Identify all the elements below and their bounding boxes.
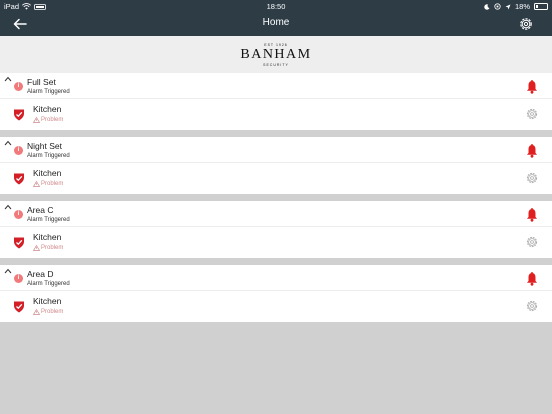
- area-header[interactable]: i Area C Alarm Triggered: [0, 201, 552, 227]
- warning-icon: [33, 181, 40, 187]
- battery-icon: [534, 3, 548, 10]
- status-right: 18%: [484, 2, 548, 11]
- gear-icon[interactable]: [526, 108, 538, 120]
- warning-icon: [33, 117, 40, 123]
- device-status: Problem: [33, 181, 63, 187]
- status-bar: iPad 18:50 18%: [0, 0, 552, 12]
- device-status: Problem: [33, 117, 63, 123]
- warning-icon: [33, 245, 40, 251]
- area-name: Area C: [27, 205, 54, 215]
- device-row[interactable]: Kitchen Problem: [0, 99, 552, 130]
- device-row[interactable]: Kitchen Problem: [0, 163, 552, 194]
- battery-percent: 18%: [514, 2, 530, 11]
- bell-icon[interactable]: [526, 272, 538, 286]
- bell-icon[interactable]: [526, 208, 538, 222]
- area-name: Area D: [27, 269, 54, 279]
- bell-icon[interactable]: [526, 80, 538, 94]
- device-name: Kitchen: [33, 104, 62, 114]
- alert-info-icon: i: [14, 274, 23, 283]
- logo-name: BANHAM: [240, 47, 312, 62]
- area-name: Full Set: [27, 77, 56, 87]
- brand-logo: EST 1926 BANHAM SECURITY: [0, 36, 552, 73]
- chevron-up-icon[interactable]: [4, 140, 12, 146]
- device-status: Problem: [33, 309, 63, 315]
- orientation-lock-icon: [494, 3, 501, 10]
- chevron-up-icon[interactable]: [4, 204, 12, 210]
- chevron-up-icon[interactable]: [4, 268, 12, 274]
- shield-check-icon: [14, 237, 24, 249]
- area-list: i Full Set Alarm Triggered Kitchen Probl…: [0, 73, 552, 329]
- area-status: Alarm Triggered: [27, 217, 70, 223]
- area-header[interactable]: i Area D Alarm Triggered: [0, 265, 552, 291]
- device-status-text: Problem: [41, 309, 64, 315]
- device-row[interactable]: Kitchen Problem: [0, 291, 552, 322]
- device-status: Problem: [33, 245, 63, 251]
- device-status-text: Problem: [41, 181, 64, 187]
- nav-bar: Home: [0, 12, 552, 36]
- area-card: i Full Set Alarm Triggered Kitchen Probl…: [0, 73, 552, 130]
- location-icon: [505, 4, 511, 9]
- shield-check-icon: [14, 109, 24, 121]
- device-name: Kitchen: [33, 168, 62, 178]
- bell-icon[interactable]: [526, 144, 538, 158]
- device-row[interactable]: Kitchen Problem: [0, 227, 552, 258]
- warning-icon: [33, 309, 40, 315]
- gear-icon[interactable]: [518, 16, 534, 32]
- shield-check-icon: [14, 301, 24, 313]
- gear-icon[interactable]: [526, 300, 538, 312]
- gear-icon[interactable]: [526, 172, 538, 184]
- alert-info-icon: i: [14, 82, 23, 91]
- status-time: 18:50: [266, 2, 286, 11]
- alert-info-icon: i: [14, 146, 23, 155]
- chevron-up-icon[interactable]: [4, 76, 12, 82]
- area-status: Alarm Triggered: [27, 153, 70, 159]
- logo-sub: SECURITY: [263, 63, 289, 67]
- page-title: Home: [262, 17, 290, 28]
- device-name: Kitchen: [33, 296, 62, 306]
- area-name: Night Set: [27, 141, 62, 151]
- moon-icon: [484, 3, 490, 10]
- area-status: Alarm Triggered: [27, 281, 70, 287]
- device-status-text: Problem: [41, 117, 64, 123]
- gear-icon[interactable]: [526, 236, 538, 248]
- shield-check-icon: [14, 173, 24, 185]
- area-status: Alarm Triggered: [27, 89, 70, 95]
- area-header[interactable]: i Night Set Alarm Triggered: [0, 137, 552, 163]
- area-card: i Area C Alarm Triggered Kitchen Problem: [0, 201, 552, 258]
- area-card: i Area D Alarm Triggered Kitchen Problem: [0, 265, 552, 322]
- area-header[interactable]: i Full Set Alarm Triggered: [0, 73, 552, 99]
- area-card: i Night Set Alarm Triggered Kitchen Prob…: [0, 137, 552, 194]
- device-status-text: Problem: [41, 245, 64, 251]
- alert-info-icon: i: [14, 210, 23, 219]
- device-name: Kitchen: [33, 232, 62, 242]
